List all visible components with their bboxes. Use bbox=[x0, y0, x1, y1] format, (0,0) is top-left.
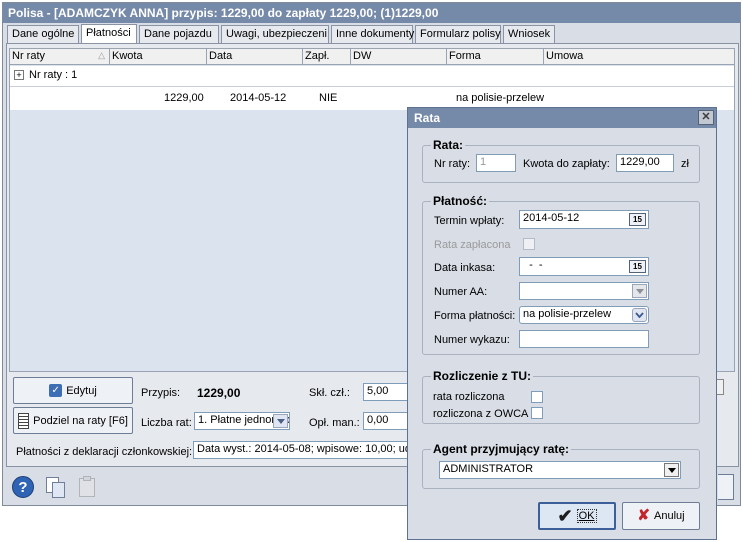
termin-input[interactable]: 2014-05-12 15 bbox=[519, 210, 649, 229]
dialog-title: Rata bbox=[414, 111, 441, 125]
checkbox-icon: ✓ bbox=[49, 384, 63, 397]
platnosc-group: Płatność: Termin wpłaty: 2014-05-12 15 R… bbox=[422, 194, 700, 355]
tab-platnosci[interactable]: Płatności bbox=[81, 24, 137, 44]
calendar-icon[interactable]: 15 bbox=[629, 213, 646, 226]
opl-input[interactable]: 0,00 bbox=[363, 412, 411, 430]
split-installments-button[interactable]: Podziel na raty [F6] bbox=[13, 407, 133, 434]
col-nr-raty[interactable]: Nr raty △ bbox=[10, 49, 110, 65]
zaplacona-label: Rata zapłacona bbox=[434, 239, 511, 251]
col-dw[interactable]: DW bbox=[351, 49, 447, 65]
sort-asc-icon: △ bbox=[98, 50, 105, 60]
edit-button[interactable]: ✓ Edytuj bbox=[13, 377, 133, 404]
close-icon[interactable]: ✕ bbox=[698, 110, 714, 125]
cell-kwota: 1229,00 bbox=[164, 92, 204, 104]
chevron-down-icon[interactable] bbox=[664, 463, 679, 477]
rata-rozliczona-label: rata rozliczona bbox=[433, 391, 505, 403]
rata-group: Rata: Nr raty: 1 Kwota do zapłaty: 1229,… bbox=[422, 138, 700, 183]
deklaracje-field[interactable]: Data wyst.: 2014-05-08; wpisowe: 10,00; … bbox=[193, 441, 411, 459]
calendar-icon[interactable]: 15 bbox=[629, 260, 646, 273]
agent-group: Agent przyjmujący ratę: ADMINISTRATOR bbox=[422, 442, 700, 489]
tab-inne-dokumenty[interactable]: Inne dokumenty bbox=[331, 25, 414, 43]
paste-icon[interactable] bbox=[76, 475, 100, 499]
przypis-label: Przypis: bbox=[141, 387, 181, 399]
tu-group: Rozliczenie z TU: rata rozliczona rozlic… bbox=[422, 369, 700, 424]
list-icon bbox=[18, 412, 30, 429]
chevron-down-icon[interactable] bbox=[273, 414, 288, 428]
check-icon: ✔ bbox=[557, 506, 573, 526]
cancel-x-icon: ✘ bbox=[637, 507, 650, 524]
group-label: Nr raty : 1 bbox=[29, 69, 78, 81]
rata-dialog: Rata ✕ Rata: Nr raty: 1 Kwota do zapłaty… bbox=[407, 107, 717, 540]
rata-rozliczona-checkbox[interactable] bbox=[531, 391, 543, 403]
zaplacona-checkbox[interactable] bbox=[523, 238, 535, 250]
liczba-rat-select[interactable]: 1. Płatne jednorazo bbox=[194, 412, 290, 430]
group-row[interactable]: + Nr raty : 1 bbox=[10, 66, 734, 86]
cell-data: 2014-05-12 bbox=[230, 92, 287, 104]
forma-label: Forma płatności: bbox=[434, 310, 516, 322]
numer-aa-label: Numer AA: bbox=[434, 286, 488, 298]
deklaracje-label: Płatności z deklaracji członkowskiej: bbox=[16, 446, 193, 458]
col-umowa[interactable]: Umowa bbox=[544, 49, 734, 65]
przypis-value: 1229,00 bbox=[197, 386, 241, 400]
cell-zapl: NIE bbox=[319, 92, 338, 104]
owca-checkbox[interactable] bbox=[531, 407, 543, 419]
kwota-input[interactable]: 1229,00 bbox=[616, 154, 674, 172]
tab-wniosek[interactable]: Wniosek bbox=[503, 25, 555, 43]
kwota-label: Kwota do zapłaty: bbox=[523, 158, 610, 170]
help-icon[interactable]: ? bbox=[12, 476, 34, 498]
chevron-down-icon[interactable] bbox=[632, 284, 647, 298]
tab-dane-ogolne[interactable]: Dane ogólne bbox=[7, 25, 79, 43]
opl-label: Opł. man.: bbox=[309, 417, 360, 429]
skl-label: Skł. czł.: bbox=[309, 387, 350, 399]
nr-raty-input[interactable]: 1 bbox=[476, 154, 516, 172]
owca-label: rozliczona z OWCA bbox=[433, 408, 529, 420]
nr-raty-label: Nr raty: bbox=[434, 158, 471, 170]
skl-input[interactable]: 5,00 bbox=[363, 383, 411, 401]
data-inkasa-input[interactable]: - - 15 bbox=[519, 257, 649, 276]
col-forma[interactable]: Forma bbox=[447, 49, 544, 65]
wykaz-label: Numer wykazu: bbox=[434, 334, 510, 346]
cancel-button[interactable]: ✘ Anuluj bbox=[622, 502, 700, 530]
kwota-unit: zł bbox=[681, 158, 689, 170]
tab-dane-pojazdu[interactable]: Dane pojazdu bbox=[139, 25, 219, 43]
forma-select[interactable]: na polisie-przelew bbox=[519, 306, 649, 324]
col-zapl[interactable]: Zapł. bbox=[303, 49, 351, 65]
termin-label: Termin wpłaty: bbox=[434, 215, 505, 227]
data-inkasa-label: Data inkasa: bbox=[434, 262, 496, 274]
chevron-down-icon[interactable] bbox=[632, 308, 647, 322]
window-title: Polisa - [ADAMCZYK ANNA] przypis: 1229,0… bbox=[3, 3, 740, 23]
copy-icon[interactable] bbox=[44, 475, 68, 499]
grid-header: Nr raty △ Kwota Data Zapł. DW Forma Umow… bbox=[10, 49, 734, 65]
ok-button[interactable]: ✔ OK bbox=[538, 502, 616, 530]
tab-uwagi[interactable]: Uwagi, ubezpieczeni bbox=[221, 25, 329, 43]
cell-forma: na polisie-przelew bbox=[456, 92, 545, 104]
col-data[interactable]: Data bbox=[207, 49, 303, 65]
col-kwota[interactable]: Kwota bbox=[110, 49, 207, 65]
partial-button[interactable] bbox=[718, 474, 734, 500]
tab-formularz-polisy[interactable]: Formularz polisy bbox=[415, 25, 501, 43]
partial-control[interactable] bbox=[716, 379, 724, 395]
agent-select[interactable]: ADMINISTRATOR bbox=[439, 461, 681, 479]
numer-aa-select[interactable] bbox=[519, 282, 649, 300]
wykaz-input[interactable] bbox=[519, 330, 649, 348]
liczba-rat-label: Liczba rat: bbox=[141, 417, 192, 429]
expand-icon[interactable]: + bbox=[14, 70, 24, 80]
dialog-title-bar: Rata ✕ bbox=[408, 108, 716, 128]
